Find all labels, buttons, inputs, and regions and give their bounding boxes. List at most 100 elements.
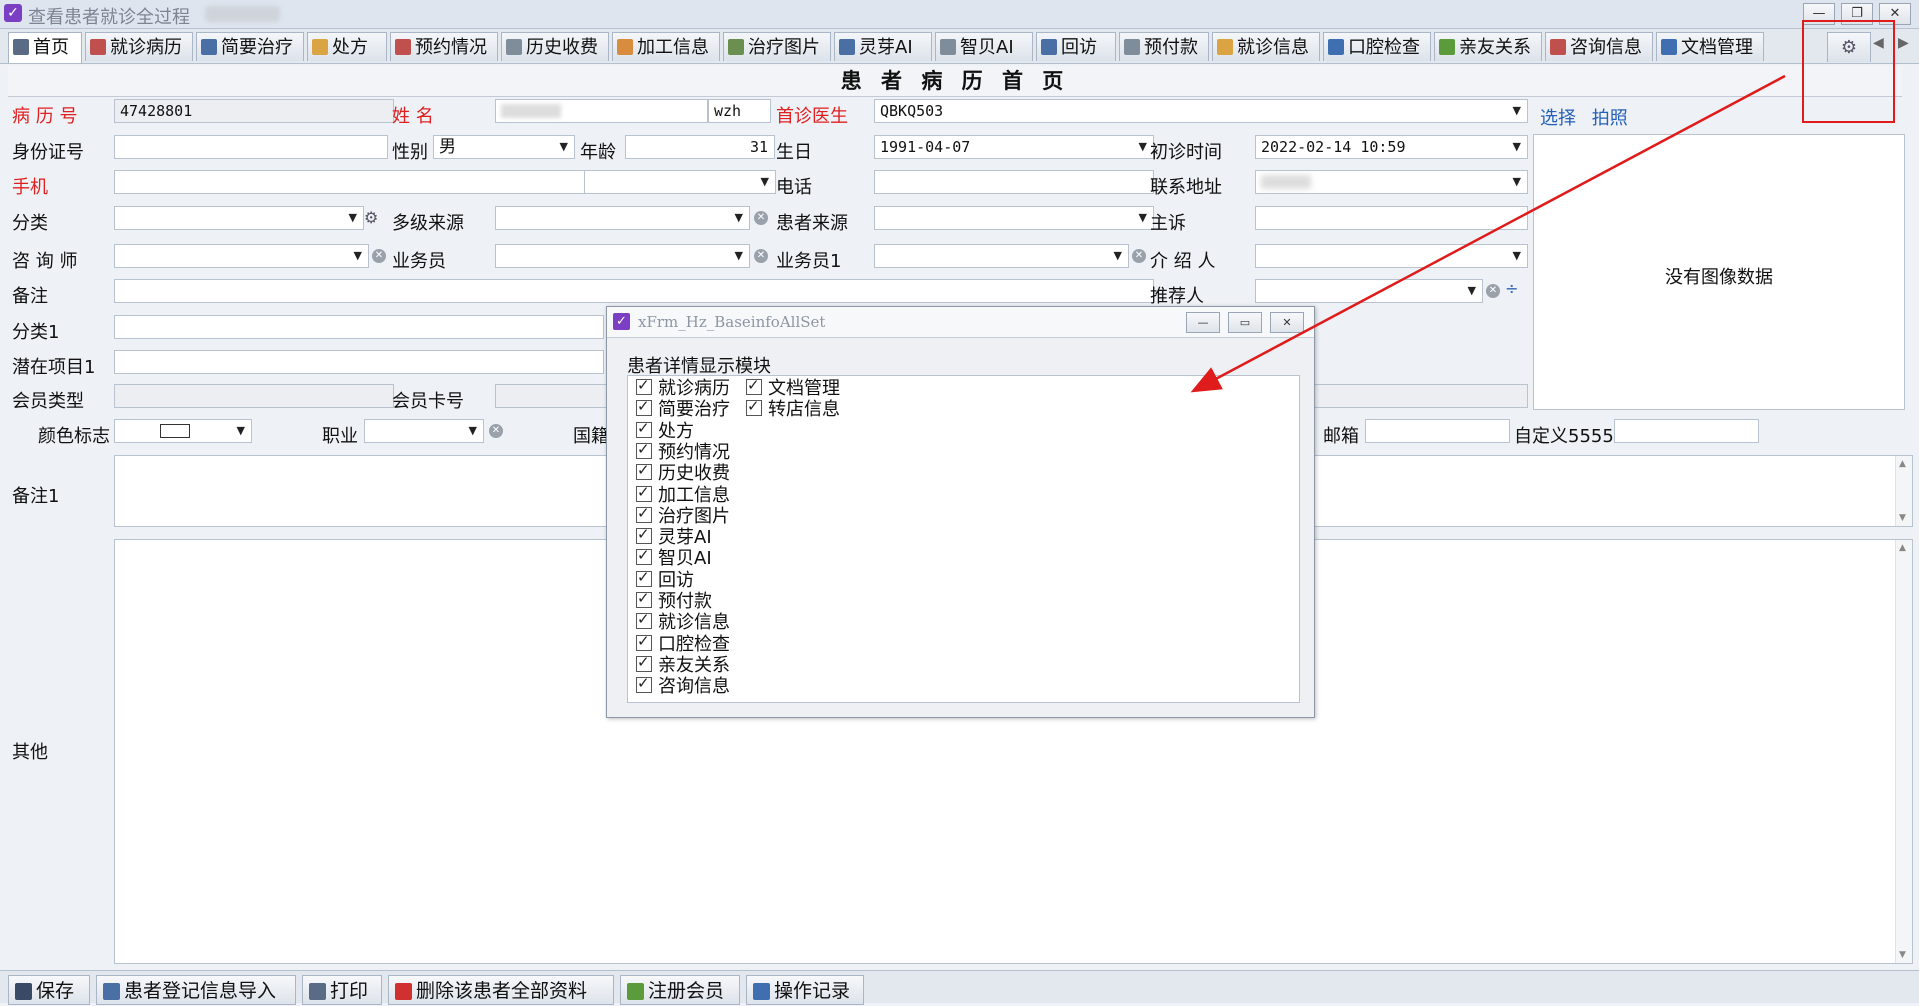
footer-button-2[interactable]: 患者登记信息导入: [96, 975, 296, 1005]
scrollbar[interactable]: ▲ ▼: [1895, 540, 1912, 963]
recommender-select[interactable]: ▼: [1255, 279, 1483, 303]
checkbox-checked-icon: [636, 545, 652, 566]
photo-select-link[interactable]: 选择: [1540, 108, 1576, 129]
scrollbar[interactable]: ▲ ▼: [1895, 456, 1912, 526]
footer-button-6[interactable]: 操作记录: [746, 975, 864, 1005]
module-checkbox[interactable]: 加工信息: [636, 482, 730, 506]
module-checkbox[interactable]: 文档管理: [746, 375, 840, 399]
phone-field[interactable]: [874, 170, 1154, 194]
window-title: 查看患者就诊全过程: [28, 7, 190, 28]
module-checkbox[interactable]: 咨询信息: [636, 673, 730, 697]
email-label: 邮箱: [1323, 426, 1359, 447]
dialog-close-button[interactable]: ✕: [1270, 312, 1304, 333]
module-checkbox[interactable]: 就诊病历: [636, 375, 730, 399]
tab-16[interactable]: 咨询信息: [1545, 32, 1653, 61]
checkbox-label: 智贝AI: [658, 548, 712, 570]
tab-15[interactable]: 亲友关系: [1434, 32, 1542, 61]
scroll-right-icon[interactable]: ▶: [1898, 35, 1909, 51]
gender-select[interactable]: 男 ▼: [433, 135, 575, 159]
clear-icon[interactable]: ✕: [754, 249, 768, 263]
tab-5[interactable]: 预约情况: [390, 32, 498, 61]
form-title: 患 者 病 历 首 页: [8, 66, 1902, 97]
salesperson1-select[interactable]: ▼: [874, 244, 1129, 268]
module-checkbox[interactable]: 亲友关系: [636, 652, 730, 676]
chief-complaint-field[interactable]: [1255, 206, 1528, 230]
potential-item1-field[interactable]: [114, 350, 604, 374]
custom-field[interactable]: [1614, 419, 1759, 443]
tab-14[interactable]: 口腔检查: [1323, 32, 1431, 61]
tab-label: 智贝AI: [960, 37, 1014, 58]
multi-source-select[interactable]: ▼: [495, 206, 750, 230]
module-checkbox[interactable]: 简要治疗: [636, 396, 730, 420]
age-field[interactable]: 31: [625, 135, 775, 159]
name-field[interactable]: [495, 99, 708, 123]
consultant-select[interactable]: ▼: [114, 244, 369, 268]
delete-icon: [395, 983, 412, 1000]
category-label: 分类: [12, 213, 48, 234]
module-checkbox[interactable]: 转店信息: [746, 396, 840, 420]
tab-1[interactable]: 首页: [8, 32, 82, 63]
divide-icon[interactable]: ÷: [1505, 279, 1518, 298]
first-doctor-select[interactable]: QBKQ503 ▼: [874, 99, 1528, 123]
clear-icon[interactable]: ✕: [754, 211, 768, 225]
checkbox-label: 回访: [658, 569, 694, 591]
module-checkbox[interactable]: 历史收费: [636, 460, 730, 484]
color-flag-select[interactable]: ▼: [114, 419, 252, 443]
email-field[interactable]: [1365, 419, 1510, 443]
clear-icon[interactable]: ✕: [489, 424, 503, 438]
footer-button-3[interactable]: 打印: [302, 975, 382, 1005]
dialog-restore-button[interactable]: ▭: [1228, 312, 1262, 333]
tab-label: 口腔检查: [1348, 37, 1420, 58]
first-visit-value: 2022-02-14 10:59: [1261, 138, 1406, 156]
tab-4[interactable]: 处方: [307, 32, 387, 61]
chief-complaint-label: 主诉: [1150, 213, 1186, 234]
mobile-type-select[interactable]: ▼: [584, 170, 776, 194]
tab-13[interactable]: 就诊信息: [1212, 32, 1320, 61]
category-settings-icon[interactable]: ⚙: [364, 208, 378, 227]
address-select[interactable]: ▼: [1255, 170, 1528, 194]
clear-icon[interactable]: ✕: [1486, 284, 1500, 298]
footer-button-4[interactable]: 删除该患者全部资料: [388, 975, 614, 1005]
cube-icon: [617, 39, 633, 55]
module-checkbox[interactable]: 治疗图片: [636, 503, 730, 527]
first-visit-select[interactable]: 2022-02-14 10:59 ▼: [1255, 135, 1528, 159]
category-select[interactable]: ▼: [114, 206, 364, 230]
tab-3[interactable]: 简要治疗: [196, 32, 304, 61]
tab-9[interactable]: 灵芽AI: [834, 32, 932, 61]
category1-field[interactable]: [114, 315, 604, 339]
id-card-field[interactable]: [114, 135, 388, 159]
chevron-down-icon: ▼: [734, 249, 743, 262]
patient-source-select[interactable]: ▼: [874, 206, 1154, 230]
module-checkbox[interactable]: 口腔检查: [636, 631, 730, 655]
chevron-down-icon: ▼: [1512, 104, 1521, 117]
introducer-select[interactable]: ▼: [1255, 244, 1528, 268]
footer-button-5[interactable]: 注册会员: [620, 975, 740, 1005]
mobile-field[interactable]: [114, 170, 585, 194]
salesperson-select[interactable]: ▼: [495, 244, 750, 268]
dialog-minimize-button[interactable]: —: [1186, 312, 1220, 333]
module-checkbox[interactable]: 就诊信息: [636, 609, 730, 633]
salesperson1-label: 业务员1: [776, 251, 842, 272]
occupation-select[interactable]: ▼: [364, 419, 484, 443]
checkbox-checked-icon: [636, 482, 652, 503]
tab-11[interactable]: 回访: [1036, 32, 1116, 61]
photo-capture-link[interactable]: 拍照: [1592, 108, 1628, 129]
tab-2[interactable]: 就诊病历: [85, 32, 193, 61]
record-no-field[interactable]: 47428801: [114, 99, 394, 123]
member-type-field: [114, 384, 394, 408]
footer-button-label: 打印: [330, 980, 369, 1002]
tab-17[interactable]: 文档管理: [1656, 32, 1764, 61]
remark-field[interactable]: [114, 279, 1154, 303]
tab-7[interactable]: 加工信息: [612, 32, 720, 61]
photo-actions: 选择 拍照: [1540, 104, 1628, 130]
tab-8[interactable]: 治疗图片: [723, 32, 831, 61]
footer-button-1[interactable]: 保存: [8, 975, 90, 1005]
tab-10[interactable]: 智贝AI: [935, 32, 1033, 61]
name-code-field[interactable]: wzh: [708, 99, 771, 123]
module-checkbox[interactable]: 预约情况: [636, 439, 730, 463]
clear-icon[interactable]: ✕: [1132, 249, 1146, 263]
tab-6[interactable]: 历史收费: [501, 32, 609, 61]
birthday-select[interactable]: 1991-04-07 ▼: [874, 135, 1154, 159]
clear-icon[interactable]: ✕: [372, 249, 386, 263]
tab-12[interactable]: 预付款: [1119, 32, 1209, 61]
